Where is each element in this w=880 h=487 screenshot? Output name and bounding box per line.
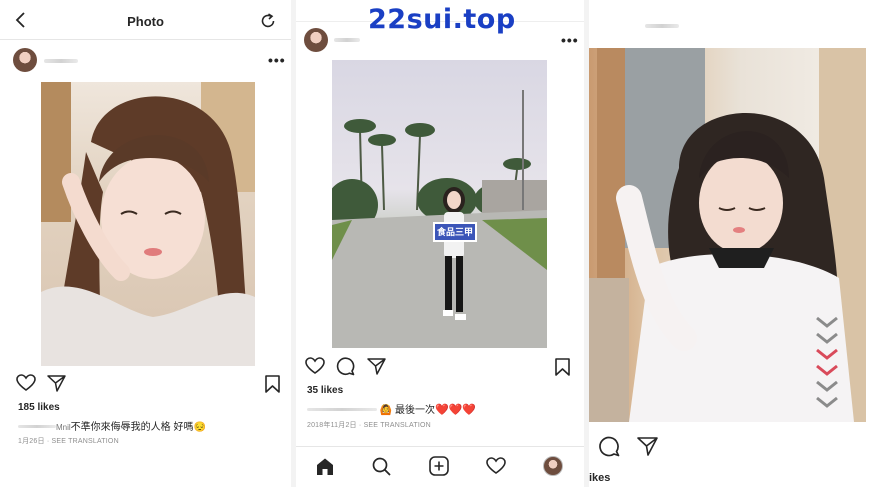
comment-icon[interactable]: [599, 436, 620, 457]
post-caption: Mnil不準你來侮辱我的人格 好嗎😔: [18, 418, 206, 433]
post-panel-1: Photo ••• 185 likes Mnil不準你來侮辱我的人格 好嗎😔 1…: [0, 0, 291, 487]
avatar[interactable]: [13, 48, 37, 72]
heart-icon[interactable]: [305, 357, 325, 375]
refresh-icon[interactable]: [259, 12, 277, 30]
more-options-icon[interactable]: •••: [268, 52, 286, 68]
caption-user-stub: Mnil: [56, 423, 71, 432]
post-date: 2018年11月2日: [307, 422, 357, 429]
post-photo[interactable]: [589, 48, 866, 422]
sign-board: 食品三甲: [433, 222, 477, 242]
bookmark-icon[interactable]: [265, 375, 280, 393]
add-post-icon[interactable]: [429, 456, 449, 476]
post-caption: 🙆 最後一次❤️❤️❤️: [307, 401, 476, 416]
caption-text: 最後一次: [395, 405, 436, 416]
heart-icon[interactable]: [16, 374, 36, 392]
profile-avatar[interactable]: [543, 456, 563, 476]
bottom-tab-bar: [296, 446, 584, 487]
post-photo[interactable]: [41, 82, 255, 366]
site-watermark: 22sui.top: [368, 4, 516, 35]
see-translation-link[interactable]: SEE TRANSLATION: [364, 422, 431, 429]
see-translation-link[interactable]: SEE TRANSLATION: [52, 438, 119, 445]
share-icon[interactable]: [637, 436, 658, 456]
search-icon[interactable]: [372, 457, 391, 476]
post-photo[interactable]: [332, 60, 547, 348]
comment-icon[interactable]: [336, 357, 355, 376]
header-bar: Photo: [0, 0, 291, 40]
home-icon[interactable]: [315, 457, 335, 476]
caption-hearts: ❤️❤️❤️: [435, 404, 477, 416]
heart-icon[interactable]: [486, 457, 506, 475]
post-meta: 2018年11月2日 · SEE TRANSLATION: [307, 422, 431, 429]
screenshot-collage: Photo ••• 185 likes Mnil不準你來侮辱我的人格 好嗎😔 1…: [0, 0, 880, 487]
caption-text: 不準你來侮辱我的人格 好嗎😔: [70, 422, 206, 433]
bookmark-icon[interactable]: [555, 358, 570, 376]
likes-count[interactable]: 185 likes: [18, 402, 60, 413]
header-title: Photo: [127, 14, 164, 29]
avatar[interactable]: [304, 28, 328, 52]
username-blurred[interactable]: [44, 59, 78, 63]
post-panel-2: ••• 食品三甲 35 likes 🙆 最後一次❤️❤️❤️ 2018年11月2…: [296, 0, 584, 487]
caption-emoji: 🙆: [379, 405, 393, 416]
post-meta: 1月26日 · SEE TRANSLATION: [18, 438, 119, 445]
likes-count[interactable]: 35 likes: [307, 385, 343, 396]
share-icon[interactable]: [367, 357, 386, 375]
username-blurred[interactable]: [334, 38, 360, 42]
share-icon[interactable]: [47, 374, 66, 392]
username-blurred[interactable]: [645, 24, 679, 28]
post-panel-3: ikes: [589, 0, 880, 487]
more-options-icon[interactable]: •••: [561, 32, 579, 48]
likes-count-partial[interactable]: ikes: [589, 472, 610, 484]
post-date: 1月26日: [18, 438, 45, 445]
